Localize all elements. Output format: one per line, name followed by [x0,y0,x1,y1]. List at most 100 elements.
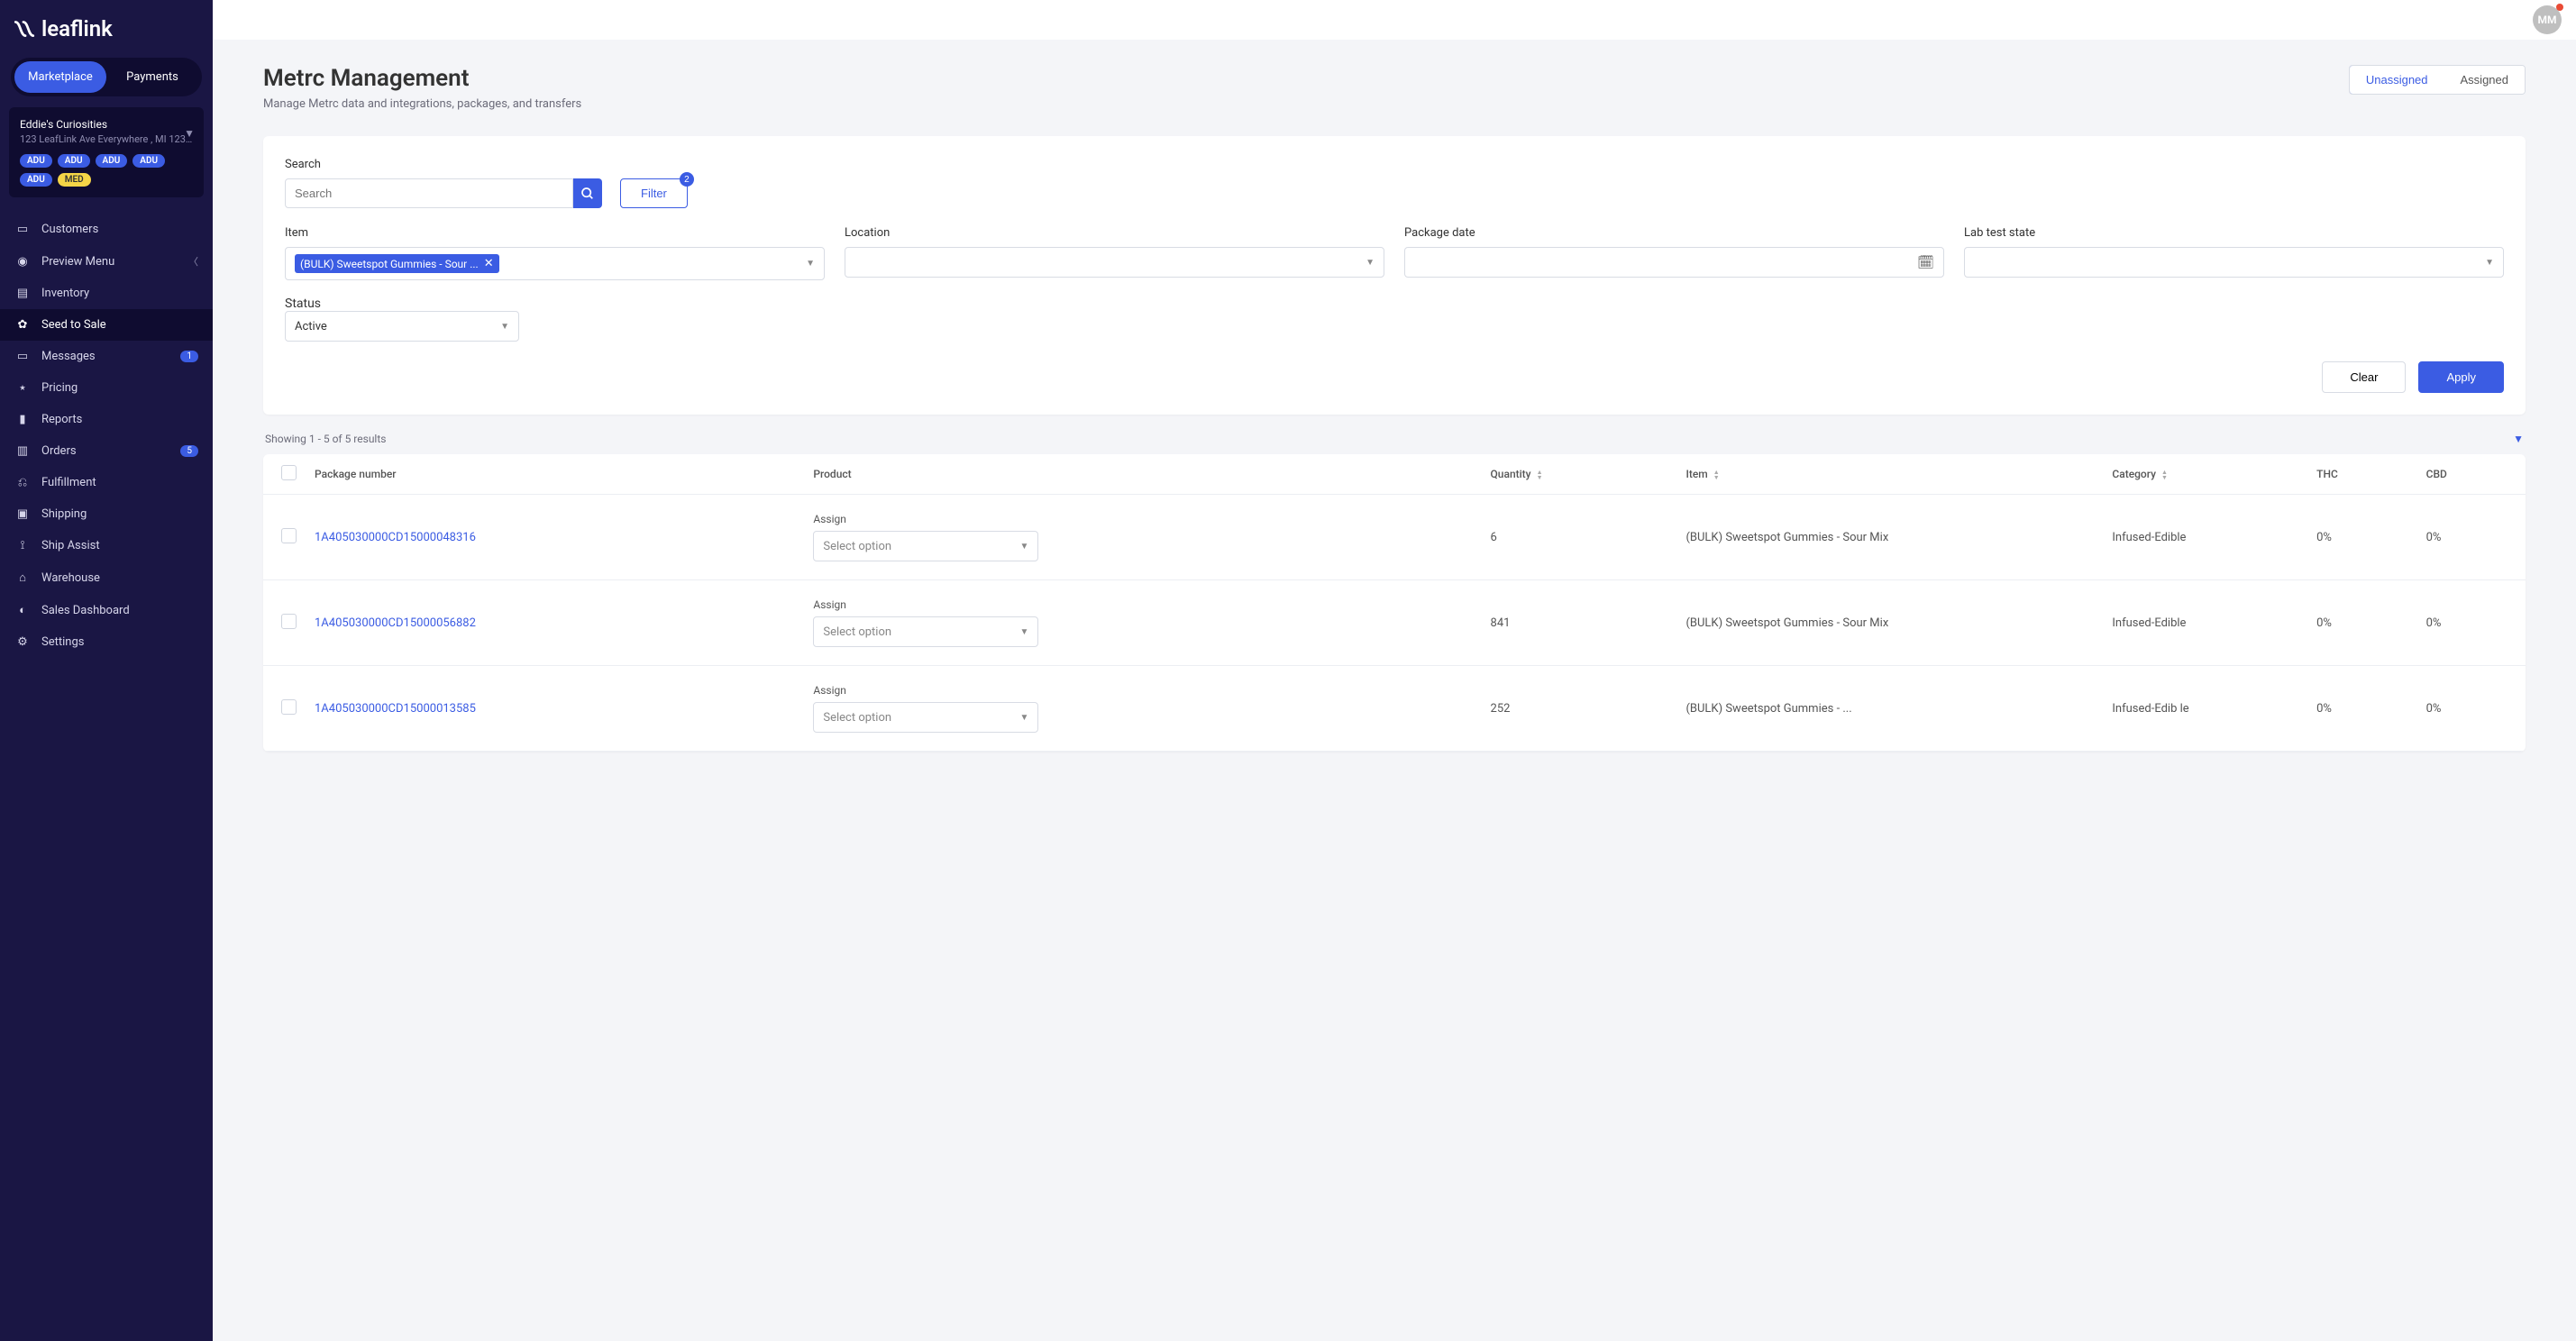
company-name: Eddie's Curiosities [20,118,193,131]
sidebar: leaflink Marketplace Payments Eddie's Cu… [0,0,213,1341]
cell-category: Infused-Edible [2103,495,2307,580]
cell-thc: 0% [2307,666,2417,752]
collapse-icon[interactable]: ▼ [2513,433,2524,445]
clear-button[interactable]: Clear [2322,361,2406,393]
cell-cbd: 0% [2417,666,2526,752]
badge: ADU [20,154,52,168]
tab-assigned[interactable]: Assigned [2444,66,2525,94]
chevron-down-icon: ▼ [1019,713,1028,723]
assign-dropdown[interactable]: Select option ▼ [813,531,1038,561]
sidebar-item-orders[interactable]: ▥Orders5 [0,435,213,467]
sidebar-item-sales-dashboard[interactable]: ◐Sales Dashboard [0,594,213,626]
sort-icon: ▲▼ [1713,470,1720,480]
sidebar-item-pricing[interactable]: ⭑Pricing [0,372,213,404]
chevron-down-icon: ▼ [806,259,815,269]
search-button[interactable] [573,178,602,208]
chip-remove-icon[interactable]: ✕ [484,257,494,270]
item-dropdown[interactable]: (BULK) Sweetspot Gummies - Sour ... ✕ ▼ [285,247,825,280]
cell-quantity: 6 [1482,495,1677,580]
package-link[interactable]: 1A405030000CD15000056882 [315,616,476,630]
cell-category: Infused-Edible [2103,580,2307,666]
assign-label: Assign [813,598,1472,611]
cell-cbd: 0% [2417,580,2526,666]
filter-count-badge: 2 [680,172,694,187]
package-date-label: Package date [1404,226,1944,240]
badge-count: 1 [180,351,198,362]
sidebar-item-customers[interactable]: ▭ Customers [0,214,213,245]
chevron-left-icon: 〈 [188,254,198,269]
users-icon: ▭ [14,223,31,236]
cell-category: Infused-Edib le [2103,666,2307,752]
chevron-down-icon: ▼ [1019,542,1028,552]
tab-marketplace[interactable]: Marketplace [14,61,106,93]
sidebar-item-label: Warehouse [41,571,100,585]
sidebar-item-label: Settings [41,635,84,649]
row-checkbox[interactable] [281,699,297,715]
assign-dropdown[interactable]: Select option ▼ [813,616,1038,647]
assign-label: Assign [813,684,1472,697]
sidebar-item-label: Preview Menu [41,255,114,269]
filter-button[interactable]: Filter 2 [620,178,688,208]
sidebar-item-reports[interactable]: ▮ Reports [0,404,213,435]
logo-icon [13,17,36,41]
row-checkbox[interactable] [281,614,297,629]
col-package: Package number [306,454,804,495]
gear-icon: ⚙ [14,635,31,649]
col-quantity[interactable]: Quantity▲▼ [1482,454,1677,495]
lab-test-dropdown[interactable]: ▼ [1964,247,2504,278]
page-title: Metrc Management [263,65,581,92]
chevron-down-icon: ▼ [1366,258,1375,268]
cell-cbd: 0% [2417,495,2526,580]
sidebar-item-messages[interactable]: ▭Messages1 [0,341,213,372]
sidebar-item-label: Customers [41,223,98,236]
company-badges: ADU ADU ADU ADU ADU MED [20,154,193,187]
assign-placeholder: Select option [823,540,891,553]
sidebar-item-fulfillment[interactable]: ⎌ Fulfillment [0,467,213,498]
bulb-icon: ◐ [14,603,31,617]
company-selector[interactable]: Eddie's Curiosities 123 LeafLink Ave Eve… [9,107,204,197]
package-link[interactable]: 1A405030000CD15000048316 [315,531,476,544]
search-input[interactable] [285,178,573,208]
assign-dropdown[interactable]: Select option ▼ [813,702,1038,733]
cell-item: (BULK) Sweetspot Gummies - Sour Mix [1676,580,2103,666]
sidebar-item-label: Reports [41,413,82,426]
chart-icon: ▮ [14,413,31,426]
sidebar-item-seed-to-sale[interactable]: ✿Seed to Sale [0,309,213,341]
col-product: Product [804,454,1481,495]
status-dropdown[interactable]: Active ▼ [285,311,519,342]
sidebar-item-warehouse[interactable]: ⌂Warehouse [0,561,213,594]
chevron-down-icon: ▼ [184,127,195,140]
status-value: Active [295,320,327,333]
sidebar-item-settings[interactable]: ⚙ Settings [0,626,213,658]
sidebar-item-inventory[interactable]: ▤Inventory [0,278,213,309]
package-date-input[interactable]: 🗓 [1404,247,1944,278]
badge-count: 5 [180,445,198,457]
row-checkbox[interactable] [281,528,297,543]
ship-assist-icon: ⟟ [14,539,31,552]
sidebar-item-label: Fulfillment [41,476,96,489]
col-category[interactable]: Category▲▼ [2103,454,2307,495]
sidebar-item-preview[interactable]: ◉Preview Menu〈 [0,245,213,278]
tab-unassigned[interactable]: Unassigned [2349,65,2445,95]
seed-icon: ✿ [14,318,31,332]
location-dropdown[interactable]: ▼ [845,247,1384,278]
results-count: Showing 1 - 5 of 5 results [265,433,386,445]
sidebar-item-ship-assist[interactable]: ⟟ Ship Assist [0,530,213,561]
tab-payments[interactable]: Payments [106,61,198,93]
col-cbd: CBD [2417,454,2526,495]
fulfillment-icon: ⎌ [14,476,31,489]
cell-thc: 0% [2307,495,2417,580]
sidebar-item-shipping[interactable]: ▣Shipping [0,498,213,530]
item-label: Item [285,226,825,240]
apply-button[interactable]: Apply [2418,361,2504,393]
chevron-down-icon: ▼ [1019,627,1028,637]
sidebar-item-label: Messages [41,350,96,363]
tag-icon: ⭑ [14,381,31,395]
sidebar-item-label: Ship Assist [41,539,100,552]
select-all-checkbox[interactable] [281,465,297,480]
results-table: Package number Product Quantity▲▼ Item▲▼… [263,454,2526,752]
package-link[interactable]: 1A405030000CD15000013585 [315,702,476,716]
page-subtitle: Manage Metrc data and integrations, pack… [263,97,581,111]
avatar[interactable]: MM [2533,5,2562,34]
col-item[interactable]: Item▲▼ [1676,454,2103,495]
